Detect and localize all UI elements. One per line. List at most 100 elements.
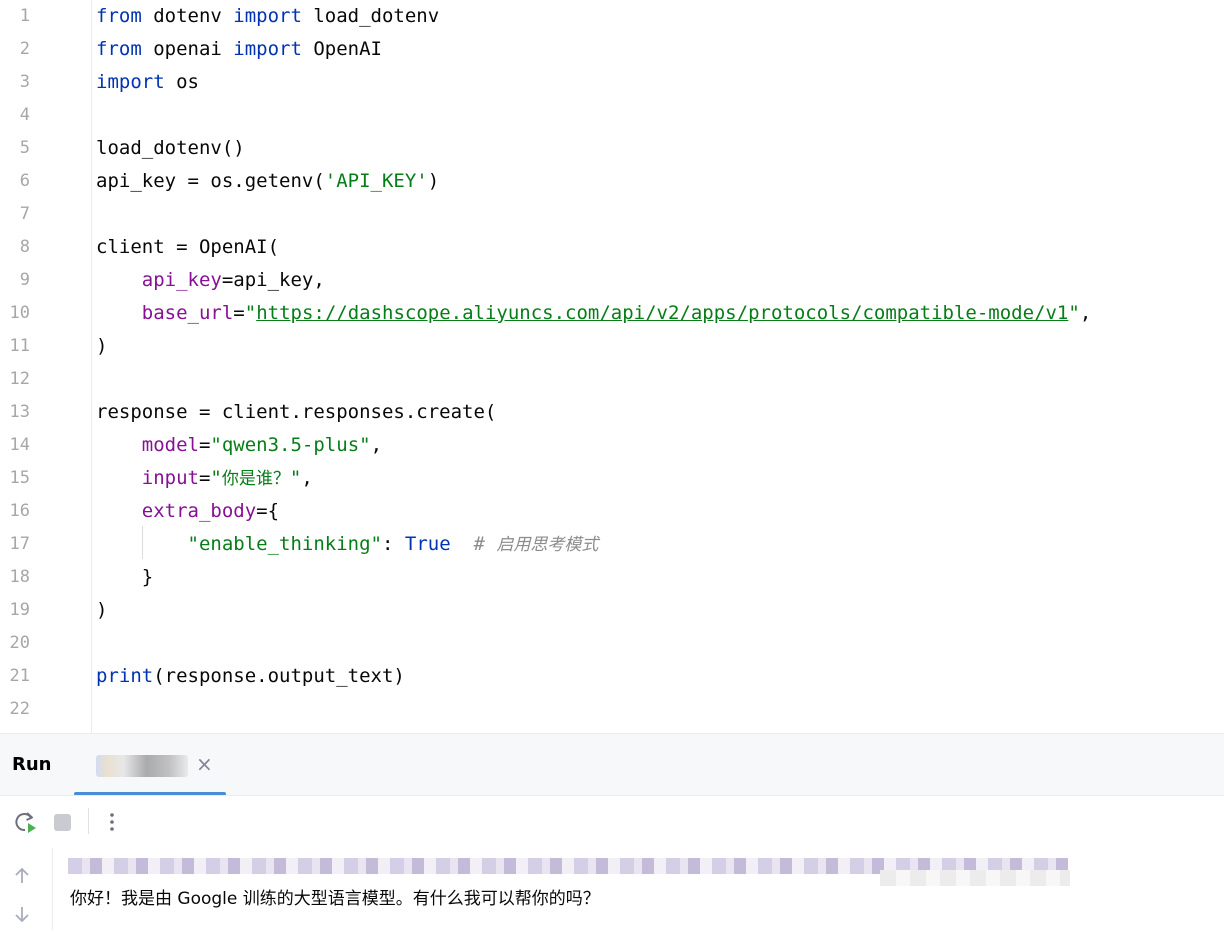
- line-number: 4: [19, 105, 30, 125]
- string-token: "enable_thinking": [187, 533, 382, 555]
- run-console[interactable]: 你好！我是由 Google 训练的大型语言模型。有什么我可以帮你的吗？: [0, 848, 1224, 930]
- code-text[interactable]: load_dotenv(): [96, 132, 245, 165]
- code-line[interactable]: 1 from dotenv import load_dotenv: [0, 0, 1224, 33]
- line-number: 22: [9, 699, 30, 719]
- param-token: api_key: [141, 269, 222, 291]
- code-token: load_dotenv(): [96, 137, 245, 159]
- line-number: 7: [19, 204, 30, 224]
- code-text[interactable]: api_key=api_key,: [96, 264, 325, 297]
- code-token: =: [198, 467, 211, 489]
- console-sidebar: [0, 848, 53, 930]
- line-number: 14: [9, 435, 30, 455]
- keyword-token: print: [96, 665, 154, 687]
- param-token: base_url: [141, 302, 234, 324]
- code-text[interactable]: import os: [96, 66, 199, 99]
- code-line[interactable]: 18 }: [0, 561, 1224, 594]
- code-text[interactable]: ): [96, 594, 107, 627]
- string-token: ": [1068, 302, 1080, 324]
- code-token: openai: [141, 38, 234, 60]
- code-token: load_dotenv: [301, 5, 440, 27]
- code-token: ): [96, 599, 108, 621]
- keyword-token: from: [96, 5, 142, 27]
- param-token: model: [141, 434, 199, 456]
- line-number: 12: [9, 369, 30, 389]
- code-line[interactable]: 5 load_dotenv(): [0, 132, 1224, 165]
- string-token: "qwen3.5-plus": [210, 434, 371, 456]
- code-line[interactable]: 13 response = client.responses.create(: [0, 396, 1224, 429]
- code-text[interactable]: ): [96, 330, 107, 363]
- string-token: 'API_KEY': [324, 170, 428, 192]
- param-token: extra_body: [141, 500, 257, 522]
- string-token: 你是谁？: [221, 469, 290, 489]
- url-link[interactable]: https://dashscope.aliyuncs.com/api/v2/ap…: [256, 302, 1068, 324]
- redacted-command-line-tail: [880, 870, 1070, 886]
- comment-token: 启用思考模式: [496, 535, 599, 555]
- code-text[interactable]: from dotenv import load_dotenv: [96, 0, 439, 33]
- run-panel-title: Run: [12, 754, 52, 775]
- code-text[interactable]: model="qwen3.5-plus",: [96, 429, 382, 462]
- string-token: ": [210, 467, 222, 489]
- code-line[interactable]: 15 input="你是谁？",: [0, 462, 1224, 495]
- code-line[interactable]: 7: [0, 198, 1224, 231]
- line-number: 1: [19, 6, 30, 26]
- comment-token: #: [473, 533, 497, 555]
- code-token: ,: [301, 467, 313, 489]
- arrow-down-icon[interactable]: [10, 904, 34, 928]
- run-panel-header: Run ×: [0, 733, 1224, 796]
- code-line[interactable]: 8 client = OpenAI(: [0, 231, 1224, 264]
- code-text[interactable]: print(response.output_text): [96, 660, 405, 693]
- code-text[interactable]: api_key = os.getenv('API_KEY'): [96, 165, 439, 198]
- code-text[interactable]: input="你是谁？",: [96, 462, 313, 495]
- code-line[interactable]: 9 api_key=api_key,: [0, 264, 1224, 297]
- code-token: ,: [370, 434, 383, 456]
- code-line[interactable]: 19 ): [0, 594, 1224, 627]
- code-token: api_key = os.getenv(: [96, 170, 325, 192]
- string-token: ": [244, 302, 257, 324]
- code-text[interactable]: "enable_thinking": True # 启用思考模式: [96, 528, 599, 561]
- run-config-tab[interactable]: ×: [74, 734, 226, 796]
- line-number: 6: [19, 171, 30, 191]
- code-text[interactable]: extra_body={: [96, 495, 279, 528]
- code-editor[interactable]: 1 from dotenv import load_dotenv 2 from …: [0, 0, 1224, 733]
- line-number: 8: [19, 237, 30, 257]
- close-icon[interactable]: ×: [196, 752, 213, 776]
- code-text[interactable]: client = OpenAI(: [96, 231, 279, 264]
- stop-icon[interactable]: [49, 808, 77, 836]
- code-token: =api_key,: [221, 269, 325, 291]
- code-line[interactable]: 12: [0, 363, 1224, 396]
- code-line[interactable]: 16 extra_body={: [0, 495, 1224, 528]
- code-line[interactable]: 6 api_key = os.getenv('API_KEY'): [0, 165, 1224, 198]
- code-line[interactable]: 22: [0, 693, 1224, 726]
- code-token: =: [198, 434, 211, 456]
- more-vertical-icon[interactable]: [98, 808, 126, 836]
- line-number: 21: [9, 666, 30, 686]
- code-text[interactable]: base_url="https://dashscope.aliyuncs.com…: [96, 297, 1092, 330]
- code-line[interactable]: 17 "enable_thinking": True # 启用思考模式: [0, 528, 1224, 561]
- code-token: =: [233, 302, 245, 324]
- arrow-up-icon[interactable]: [10, 864, 34, 888]
- keyword-token: True: [404, 533, 451, 555]
- code-text[interactable]: from openai import OpenAI: [96, 33, 382, 66]
- code-line[interactable]: 21 print(response.output_text): [0, 660, 1224, 693]
- code-line[interactable]: 3 import os: [0, 66, 1224, 99]
- code-text[interactable]: response = client.responses.create(: [96, 396, 496, 429]
- code-line[interactable]: 2 from openai import OpenAI: [0, 33, 1224, 66]
- code-token: OpenAI: [301, 38, 382, 60]
- code-text[interactable]: }: [96, 561, 153, 594]
- line-number: 20: [9, 633, 30, 653]
- code-line[interactable]: 20: [0, 627, 1224, 660]
- code-line[interactable]: 14 model="qwen3.5-plus",: [0, 429, 1224, 462]
- code-line[interactable]: 11 ): [0, 330, 1224, 363]
- code-token: dotenv: [141, 5, 234, 27]
- code-line[interactable]: 4: [0, 99, 1224, 132]
- code-token: client = OpenAI(: [96, 236, 280, 258]
- line-number: 9: [19, 270, 30, 290]
- toolbar-separator: [88, 808, 89, 834]
- rerun-icon[interactable]: [11, 808, 39, 836]
- code-line[interactable]: 10 base_url="https://dashscope.aliyuncs.…: [0, 297, 1224, 330]
- line-number: 13: [9, 402, 30, 422]
